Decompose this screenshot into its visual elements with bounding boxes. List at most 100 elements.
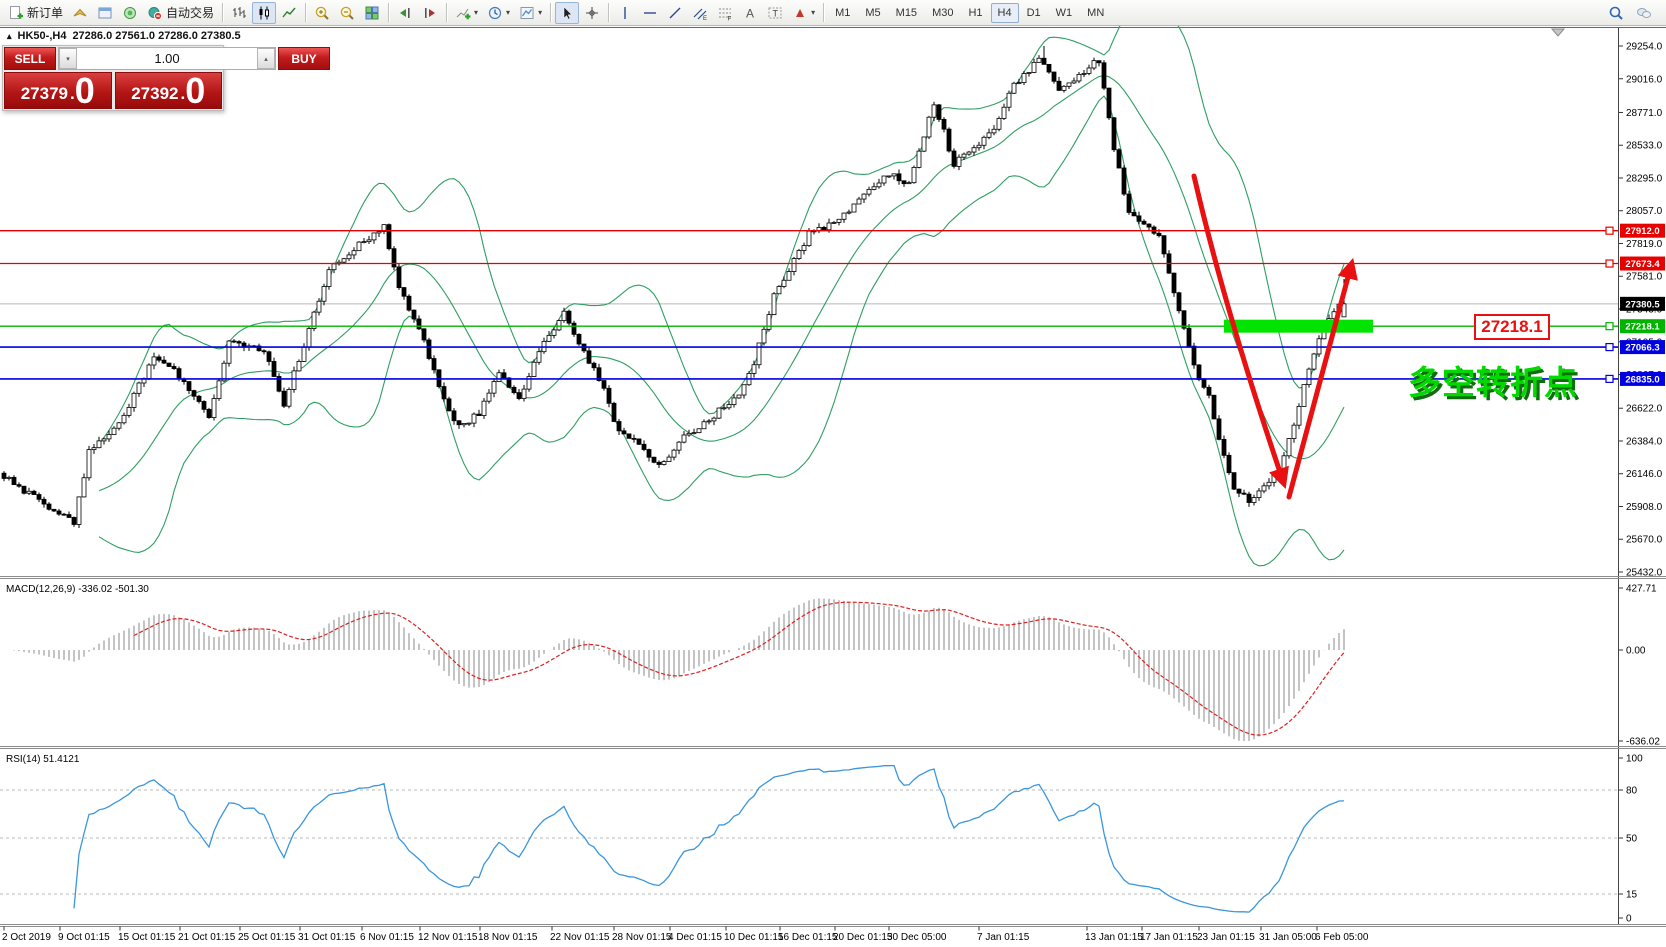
chart-canvas[interactable]: 27218.1多空转折点多空转折点29254.029016.028771.028… <box>0 0 1666 947</box>
auto-scroll-button[interactable] <box>393 2 417 24</box>
time-tick-label: 9 Oct 01:15 <box>58 932 110 943</box>
time-tick-label: 12 Nov 01:15 <box>418 932 478 943</box>
indicators-button[interactable]: ▾ <box>451 2 482 24</box>
macd-signal-line <box>133 601 1345 736</box>
line-chart-mode-button[interactable] <box>277 2 301 24</box>
main-price-pane: 27218.1多空转折点多空转折点 <box>0 1 1666 567</box>
line-chart-icon <box>282 7 296 17</box>
svg-text:A: A <box>746 6 754 20</box>
line-anchor-handle <box>1605 322 1614 331</box>
toolbar-separator <box>305 3 307 22</box>
time-tick-label: 13 Jan 01:15 <box>1085 932 1143 943</box>
candlestick-mode-button[interactable] <box>252 1 277 24</box>
axis-label-text: 26835.0 <box>1625 374 1659 385</box>
time-tick-label: 20 Dec 01:15 <box>833 932 893 943</box>
rsi-pane: RSI(14) 51.4121 100 80 50 15 0 <box>0 754 1643 925</box>
vertical-line-icon <box>624 6 626 19</box>
time-tick-label: 4 Dec 01:15 <box>668 932 722 943</box>
horizontal-level-lines <box>0 230 1618 380</box>
svg-text:T: T <box>773 8 779 18</box>
periods-button[interactable]: ▾ <box>483 2 514 24</box>
sell-price-button[interactable]: 27379 . 0 <box>4 72 112 109</box>
time-tick-label: 6 Feb 05:00 <box>1315 932 1369 943</box>
data-window-button[interactable] <box>93 2 117 24</box>
timeframe-m5[interactable]: M5 <box>858 3 887 23</box>
time-tick-label: 30 Dec 05:00 <box>887 932 947 943</box>
timeframe-h1[interactable]: H1 <box>961 3 989 23</box>
timeframe-m15[interactable]: M15 <box>889 3 924 23</box>
chat-button[interactable] <box>1632 2 1656 24</box>
buy-price-button[interactable]: 27392 . 0 <box>114 70 222 112</box>
templates-button[interactable]: ▾ <box>515 2 546 24</box>
timeframe-m30[interactable]: M30 <box>925 3 960 23</box>
autotrading-icon <box>148 6 163 20</box>
macd-pane: MACD(12,26,9) -336.02 -501.30 427.71 0.00 -… <box>6 584 1660 748</box>
market-watch-button[interactable] <box>68 2 92 24</box>
time-tick-label: 21 Oct 01:15 <box>178 932 236 943</box>
cn-annotation-text: 多空转折点 <box>1408 364 1578 401</box>
rsi-axis-label: 15 <box>1626 890 1638 901</box>
collapse-panel-icon[interactable]: ▴ <box>7 31 12 42</box>
price-tick-label: 26622.0 <box>1626 404 1663 415</box>
timeframe-m1[interactable]: M1 <box>828 3 857 23</box>
chart-shift-button[interactable] <box>418 2 442 24</box>
new-order-icon <box>10 5 23 19</box>
rsi-axis-label: 0 <box>1626 914 1632 925</box>
volume-increase-button[interactable]: ▴ <box>257 48 275 69</box>
trendline-icon <box>669 7 681 18</box>
cursor-tool-button[interactable] <box>555 1 580 24</box>
channel-tool-button[interactable]: E <box>688 2 712 24</box>
main-toolbar: 新订单 自动交易 ▾ ▾ ▾ E F A T ▾ M1 M5 M15 M30 H… <box>0 0 1666 26</box>
timeframe-mn[interactable]: MN <box>1080 3 1111 23</box>
timeframe-w1[interactable]: W1 <box>1049 3 1080 23</box>
trendline-tool-button[interactable] <box>663 2 687 24</box>
chat-icon <box>1637 7 1651 18</box>
text-label-tool-button[interactable]: T <box>763 2 787 24</box>
buy-button[interactable]: BUY <box>278 47 330 70</box>
zoom-out-button[interactable] <box>335 2 359 24</box>
sell-price-decimal: 0 <box>74 70 95 112</box>
time-tick-label: 7 Jan 01:15 <box>977 932 1030 943</box>
volume-input[interactable] <box>77 48 257 69</box>
text-tool-button[interactable]: A <box>738 2 762 24</box>
rsi-axis-label: 80 <box>1626 786 1638 797</box>
indicators-icon <box>456 8 471 19</box>
axis-label-text: 27912.0 <box>1625 226 1659 237</box>
macd-axis-label: -636.02 <box>1626 737 1660 748</box>
horizontal-line-icon <box>644 11 657 14</box>
search-button[interactable] <box>1604 2 1628 24</box>
axis-label-text: 27066.3 <box>1625 343 1659 354</box>
svg-text:F: F <box>728 16 732 21</box>
horizontal-line-tool-button[interactable] <box>638 2 662 24</box>
navigator-button[interactable] <box>118 2 142 24</box>
bar-chart-icon <box>233 6 247 18</box>
volume-decrease-button[interactable]: ▾ <box>59 48 77 69</box>
chart-ohlc-values: 27286.0 27561.0 27286.0 27380.5 <box>72 30 241 42</box>
bar-chart-mode-button[interactable] <box>227 2 251 24</box>
buy-price-decimal: 0 <box>185 70 206 112</box>
crosshair-tool-button[interactable] <box>580 2 604 24</box>
line-anchor-handle <box>1605 374 1614 384</box>
arrows-tool-button[interactable]: ▾ <box>788 2 819 24</box>
timeframe-h4[interactable]: H4 <box>990 2 1019 23</box>
zoom-in-button[interactable] <box>310 2 334 24</box>
new-order-button[interactable]: 新订单 <box>4 2 67 24</box>
toolbar-separator <box>823 3 825 22</box>
autotrading-button[interactable]: 自动交易 <box>143 2 218 24</box>
sell-price-main: 27379 <box>20 84 68 103</box>
rsi-indicator-label: RSI(14) 51.4121 <box>6 754 80 765</box>
vertical-line-tool-button[interactable] <box>613 2 637 24</box>
timeframe-d1[interactable]: D1 <box>1020 3 1048 23</box>
fibonacci-icon: F <box>719 8 732 21</box>
time-axis[interactable]: 2 Oct 2019 9 Oct 01:15 15 Oct 01:15 21 Oct … <box>2 926 1369 944</box>
time-tick-label: 18 Nov 01:15 <box>478 932 538 943</box>
search-icon <box>1609 6 1623 20</box>
chart-header: ▴ HK50-,H4 27286.0 27561.0 27286.0 27380… <box>7 30 241 42</box>
cursor-icon <box>563 5 573 20</box>
tile-windows-button[interactable] <box>360 2 384 24</box>
price-tick-label: 25908.0 <box>1626 502 1663 513</box>
text-label-icon: T <box>768 7 782 18</box>
axis-label-text: 27673.4 <box>1625 259 1660 270</box>
fibonacci-tool-button[interactable]: F <box>713 2 737 24</box>
sell-button[interactable]: SELL <box>4 47 56 70</box>
